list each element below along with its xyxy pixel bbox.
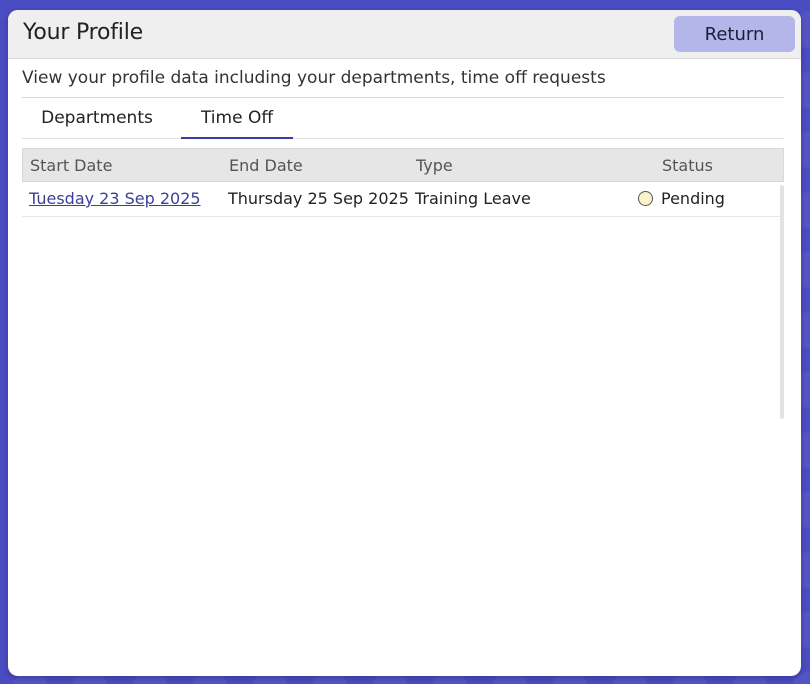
table-row[interactable]: Tuesday 23 Sep 2025 Thursday 25 Sep 2025… xyxy=(22,182,784,217)
time-off-table: Start Date End Date Type Status Tuesday … xyxy=(22,148,784,217)
table-header: Start Date End Date Type Status xyxy=(22,148,784,182)
return-button[interactable]: Return xyxy=(674,16,795,52)
dialog-header: Your Profile Return xyxy=(8,10,801,59)
start-date-link[interactable]: Tuesday 23 Sep 2025 xyxy=(29,182,201,216)
page-title: Your Profile xyxy=(23,20,143,45)
tab-departments[interactable]: Departments xyxy=(22,98,172,138)
status-cell: Pending xyxy=(661,189,725,208)
pending-circle-icon xyxy=(638,191,653,206)
tab-time-off[interactable]: Time Off xyxy=(181,98,293,139)
end-date-cell: Thursday 25 Sep 2025 xyxy=(228,189,409,208)
column-header-end-date[interactable]: End Date xyxy=(229,149,303,183)
column-header-start-date[interactable]: Start Date xyxy=(30,149,112,183)
column-header-status[interactable]: Status xyxy=(662,149,713,183)
profile-dialog: Your Profile Return View your profile da… xyxy=(8,10,801,676)
page-description: View your profile data including your de… xyxy=(22,68,606,88)
type-cell: Training Leave xyxy=(415,189,531,208)
table-scrollbar[interactable] xyxy=(780,185,784,419)
tab-bar: Departments Time Off xyxy=(22,98,784,139)
column-header-type[interactable]: Type xyxy=(416,149,453,183)
